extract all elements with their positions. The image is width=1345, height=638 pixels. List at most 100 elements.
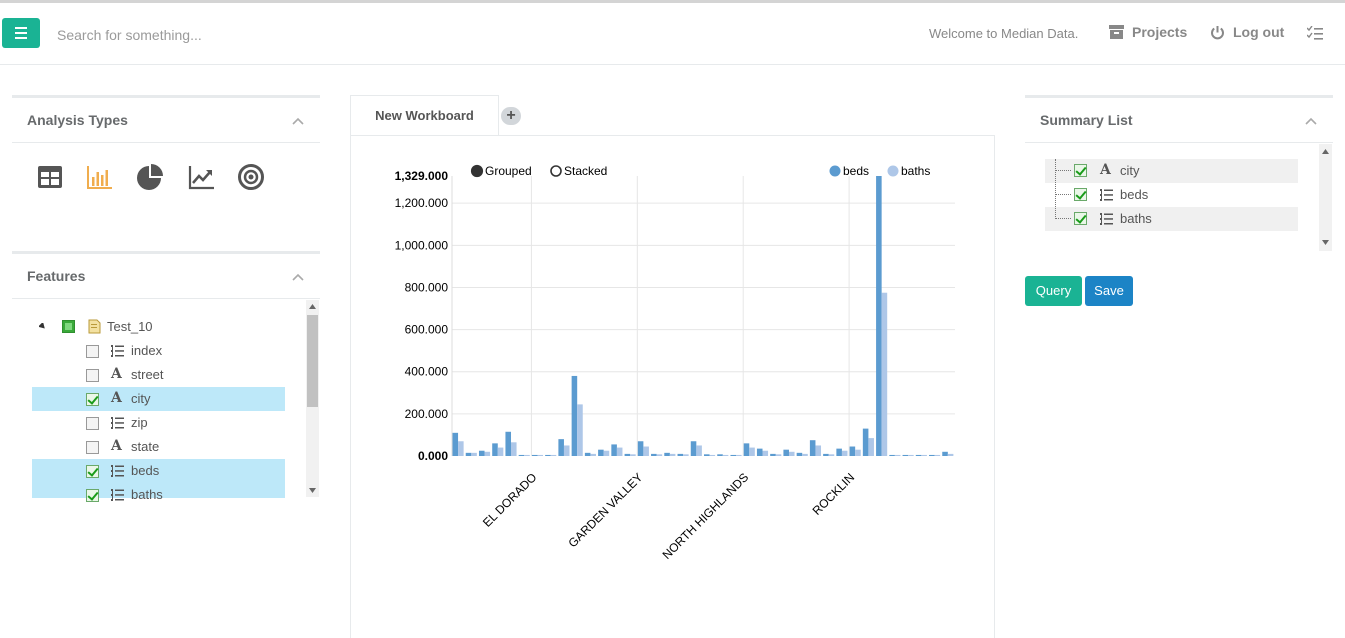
scroll-down-icon[interactable] xyxy=(309,488,316,493)
summary-title: Summary List xyxy=(1040,112,1133,128)
bar-chart-icon[interactable] xyxy=(86,163,114,191)
bar-beds xyxy=(465,452,472,456)
summary-scrollbar[interactable] xyxy=(1319,144,1332,251)
feature-checkbox-state[interactable] xyxy=(86,441,99,454)
feature-label-street[interactable]: street xyxy=(131,367,164,382)
bar-baths xyxy=(563,445,570,456)
bar-beds xyxy=(677,453,684,456)
list-type-icon xyxy=(111,417,124,429)
feature-checkbox-street[interactable] xyxy=(86,369,99,382)
feature-checkbox-baths[interactable] xyxy=(86,489,99,502)
chevron-up-icon[interactable] xyxy=(1305,117,1317,125)
feature-checkbox-city[interactable] xyxy=(86,393,99,406)
bar-beds xyxy=(624,453,631,456)
summary-header: Summary List xyxy=(1025,98,1333,143)
bar-baths xyxy=(868,438,874,456)
legend-label-baths: baths xyxy=(901,164,930,178)
target-icon[interactable] xyxy=(237,163,265,191)
features-scrollbar[interactable] xyxy=(306,300,319,497)
bar-baths xyxy=(881,292,888,456)
archive-icon xyxy=(1109,25,1124,39)
tree-root-label[interactable]: Test_10 xyxy=(107,319,153,334)
bar-baths xyxy=(550,454,557,456)
bar-baths xyxy=(458,441,464,456)
collapse-triangle-icon[interactable] xyxy=(39,323,47,330)
list-type-icon xyxy=(111,465,124,477)
bar-baths xyxy=(656,454,663,456)
bar-baths xyxy=(524,454,530,456)
analysis-types-panel: Analysis Types xyxy=(12,95,320,215)
save-button[interactable]: Save xyxy=(1085,276,1133,306)
bar-beds xyxy=(545,454,551,456)
bar-beds xyxy=(584,452,591,456)
summary-checkbox-baths[interactable] xyxy=(1074,212,1087,225)
bar-baths xyxy=(921,454,927,456)
search-input[interactable] xyxy=(57,23,457,47)
welcome-message: Welcome to Median Data. xyxy=(929,26,1079,41)
scroll-up-icon[interactable] xyxy=(1322,149,1329,154)
feature-label-index[interactable]: index xyxy=(131,343,162,358)
chevron-up-icon[interactable] xyxy=(292,117,304,125)
summary-label-city: city xyxy=(1120,163,1140,178)
projects-link[interactable]: Projects xyxy=(1109,24,1187,40)
bar-baths xyxy=(908,454,914,456)
root-checkbox[interactable] xyxy=(62,320,75,333)
query-button[interactable]: Query xyxy=(1025,276,1082,306)
summary-checkbox-beds[interactable] xyxy=(1074,188,1087,201)
bar-beds xyxy=(942,451,948,456)
bar-baths xyxy=(749,447,755,456)
x-tick-label: NORTH HIGHLANDS xyxy=(660,470,752,562)
feature-checkbox-beds[interactable] xyxy=(86,465,99,478)
bar-beds xyxy=(756,448,763,456)
legend-swatch-baths xyxy=(887,165,899,177)
tree-connector-vertical xyxy=(1055,159,1056,219)
y-tick-label: 400.000 xyxy=(405,365,449,379)
bar-baths xyxy=(736,454,742,456)
menu-toggle-button[interactable] xyxy=(2,18,40,48)
bar-baths xyxy=(762,450,769,456)
bar-beds xyxy=(717,454,723,456)
hamburger-icon-line xyxy=(15,32,27,34)
bar-baths xyxy=(630,454,636,456)
feature-label-state[interactable]: state xyxy=(131,439,159,454)
feature-label-city[interactable]: city xyxy=(131,391,151,406)
feature-checkbox-index[interactable] xyxy=(86,345,99,358)
partial-check xyxy=(65,323,72,330)
bar-baths xyxy=(590,453,596,456)
tree-connector xyxy=(1055,170,1071,171)
features-title: Features xyxy=(27,268,86,284)
chevron-up-icon[interactable] xyxy=(292,273,304,281)
feature-checkbox-zip[interactable] xyxy=(86,417,99,430)
bar-beds xyxy=(836,448,842,456)
x-tick-label: GARDEN VALLEY xyxy=(565,470,645,550)
projects-label: Projects xyxy=(1132,24,1188,40)
legend-label-beds: beds xyxy=(843,164,869,178)
tree-connector xyxy=(1055,218,1071,219)
add-tab-button[interactable]: + xyxy=(501,107,521,125)
bar-beds xyxy=(571,375,578,456)
pie-chart-icon[interactable] xyxy=(136,163,164,191)
summary-label-beds: beds xyxy=(1120,187,1149,202)
summary-checkbox-city[interactable] xyxy=(1074,164,1087,177)
feature-label-beds[interactable]: beds xyxy=(131,463,159,478)
feature-label-baths[interactable]: baths xyxy=(131,487,163,502)
bar-baths xyxy=(722,454,729,456)
stacked-label: Stacked xyxy=(564,164,607,178)
bar-baths xyxy=(577,404,583,456)
workboard-canvas: 0.000 200.000 400.000 600.000 800.000 1,000.0… xyxy=(350,135,995,638)
bar-baths xyxy=(616,447,623,456)
bar-baths xyxy=(511,442,517,456)
tab-new-workboard[interactable]: New Workboard xyxy=(350,95,499,136)
logout-link[interactable]: Log out xyxy=(1210,24,1284,40)
legend-swatch-beds xyxy=(829,165,841,177)
bar-beds xyxy=(889,454,895,456)
grouped-radio xyxy=(470,164,484,178)
bar-beds xyxy=(611,444,617,456)
line-chart-icon[interactable] xyxy=(188,163,216,191)
table-icon[interactable] xyxy=(36,163,64,191)
scroll-down-icon[interactable] xyxy=(1322,240,1329,245)
feature-label-zip[interactable]: zip xyxy=(131,415,148,430)
features-scroll-thumb[interactable] xyxy=(307,315,318,407)
scroll-up-icon[interactable] xyxy=(309,304,316,309)
tasks-link[interactable] xyxy=(1307,26,1323,40)
